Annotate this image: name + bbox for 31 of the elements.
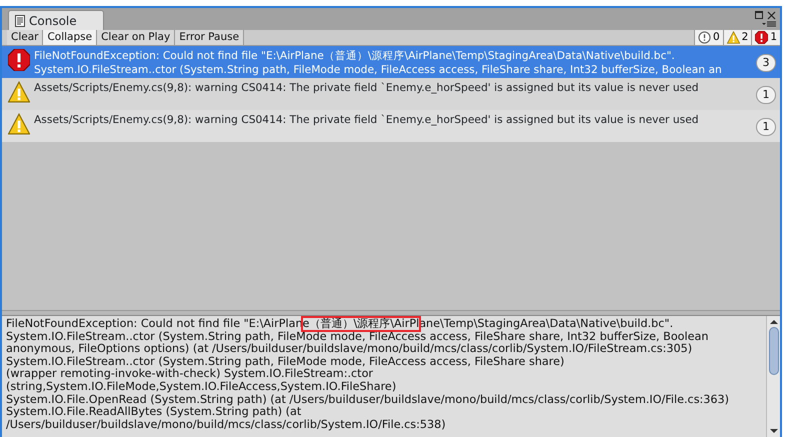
toolbar-button[interactable]: Clear [7,30,44,45]
log-entry[interactable]: Assets/Scripts/Enemy.cs(9,8): warning CS0414: The private field `Enemy.e_horSpeed' is assigned but its value is never used 1 [2,78,780,110]
menu-icon[interactable] [762,21,776,27]
window-title: Console [29,12,77,30]
error-icon [755,31,768,44]
counter-toggle[interactable]: 0 [694,30,723,45]
warning-icon [8,113,30,135]
count-badge: 1 [756,86,776,104]
count-badge: 1 [756,118,776,136]
maximize-icon[interactable] [755,11,763,19]
console-tab[interactable]: Console [8,10,104,30]
log-message: Assets/Scripts/Enemy.cs(9,8): warning CS0414: The private field `Enemy.e_horSpeed' is assigned but its value is never used [34,113,699,127]
scroll-up-icon[interactable] [770,319,778,325]
scroll-down-icon[interactable] [770,428,778,434]
info-icon [698,31,711,44]
scrollbar[interactable] [766,316,780,437]
log-entry[interactable]: Assets/Scripts/Enemy.cs(9,8): warning CS0414: The private field `Enemy.e_horSpeed' is assigned but its value is never used 1 [2,110,780,142]
toolbar-button[interactable]: Clear on Play [97,30,176,45]
counter-toggle[interactable]: 2 [722,30,752,45]
log-message: FileNotFoundException: Could not find file "E:\AirPlane（普通）\源程序\AirPlane\Temp\StagingArea\Data\Native\build.bc". System.IO.FileStream..ctor (System.String path, FileMode mode, FileAccess access, FileShare share, Int32 bufferSize, Boolean an [34,49,722,77]
toolbar-button[interactable]: Collapse [43,30,98,45]
warning-icon [726,31,740,44]
close-icon[interactable] [767,11,776,20]
log-message: Assets/Scripts/Enemy.cs(9,8): warning CS0414: The private field `Enemy.e_horSpeed' is assigned but its value is never used [34,81,699,95]
toolbar-button[interactable]: Error Pause [175,30,244,45]
counter-toggle[interactable]: 1 [751,30,780,45]
console-icon [15,14,25,26]
count-badge: 3 [756,54,776,72]
warning-icon [8,81,30,103]
error-icon [8,49,30,71]
log-entry[interactable] [2,46,780,78]
